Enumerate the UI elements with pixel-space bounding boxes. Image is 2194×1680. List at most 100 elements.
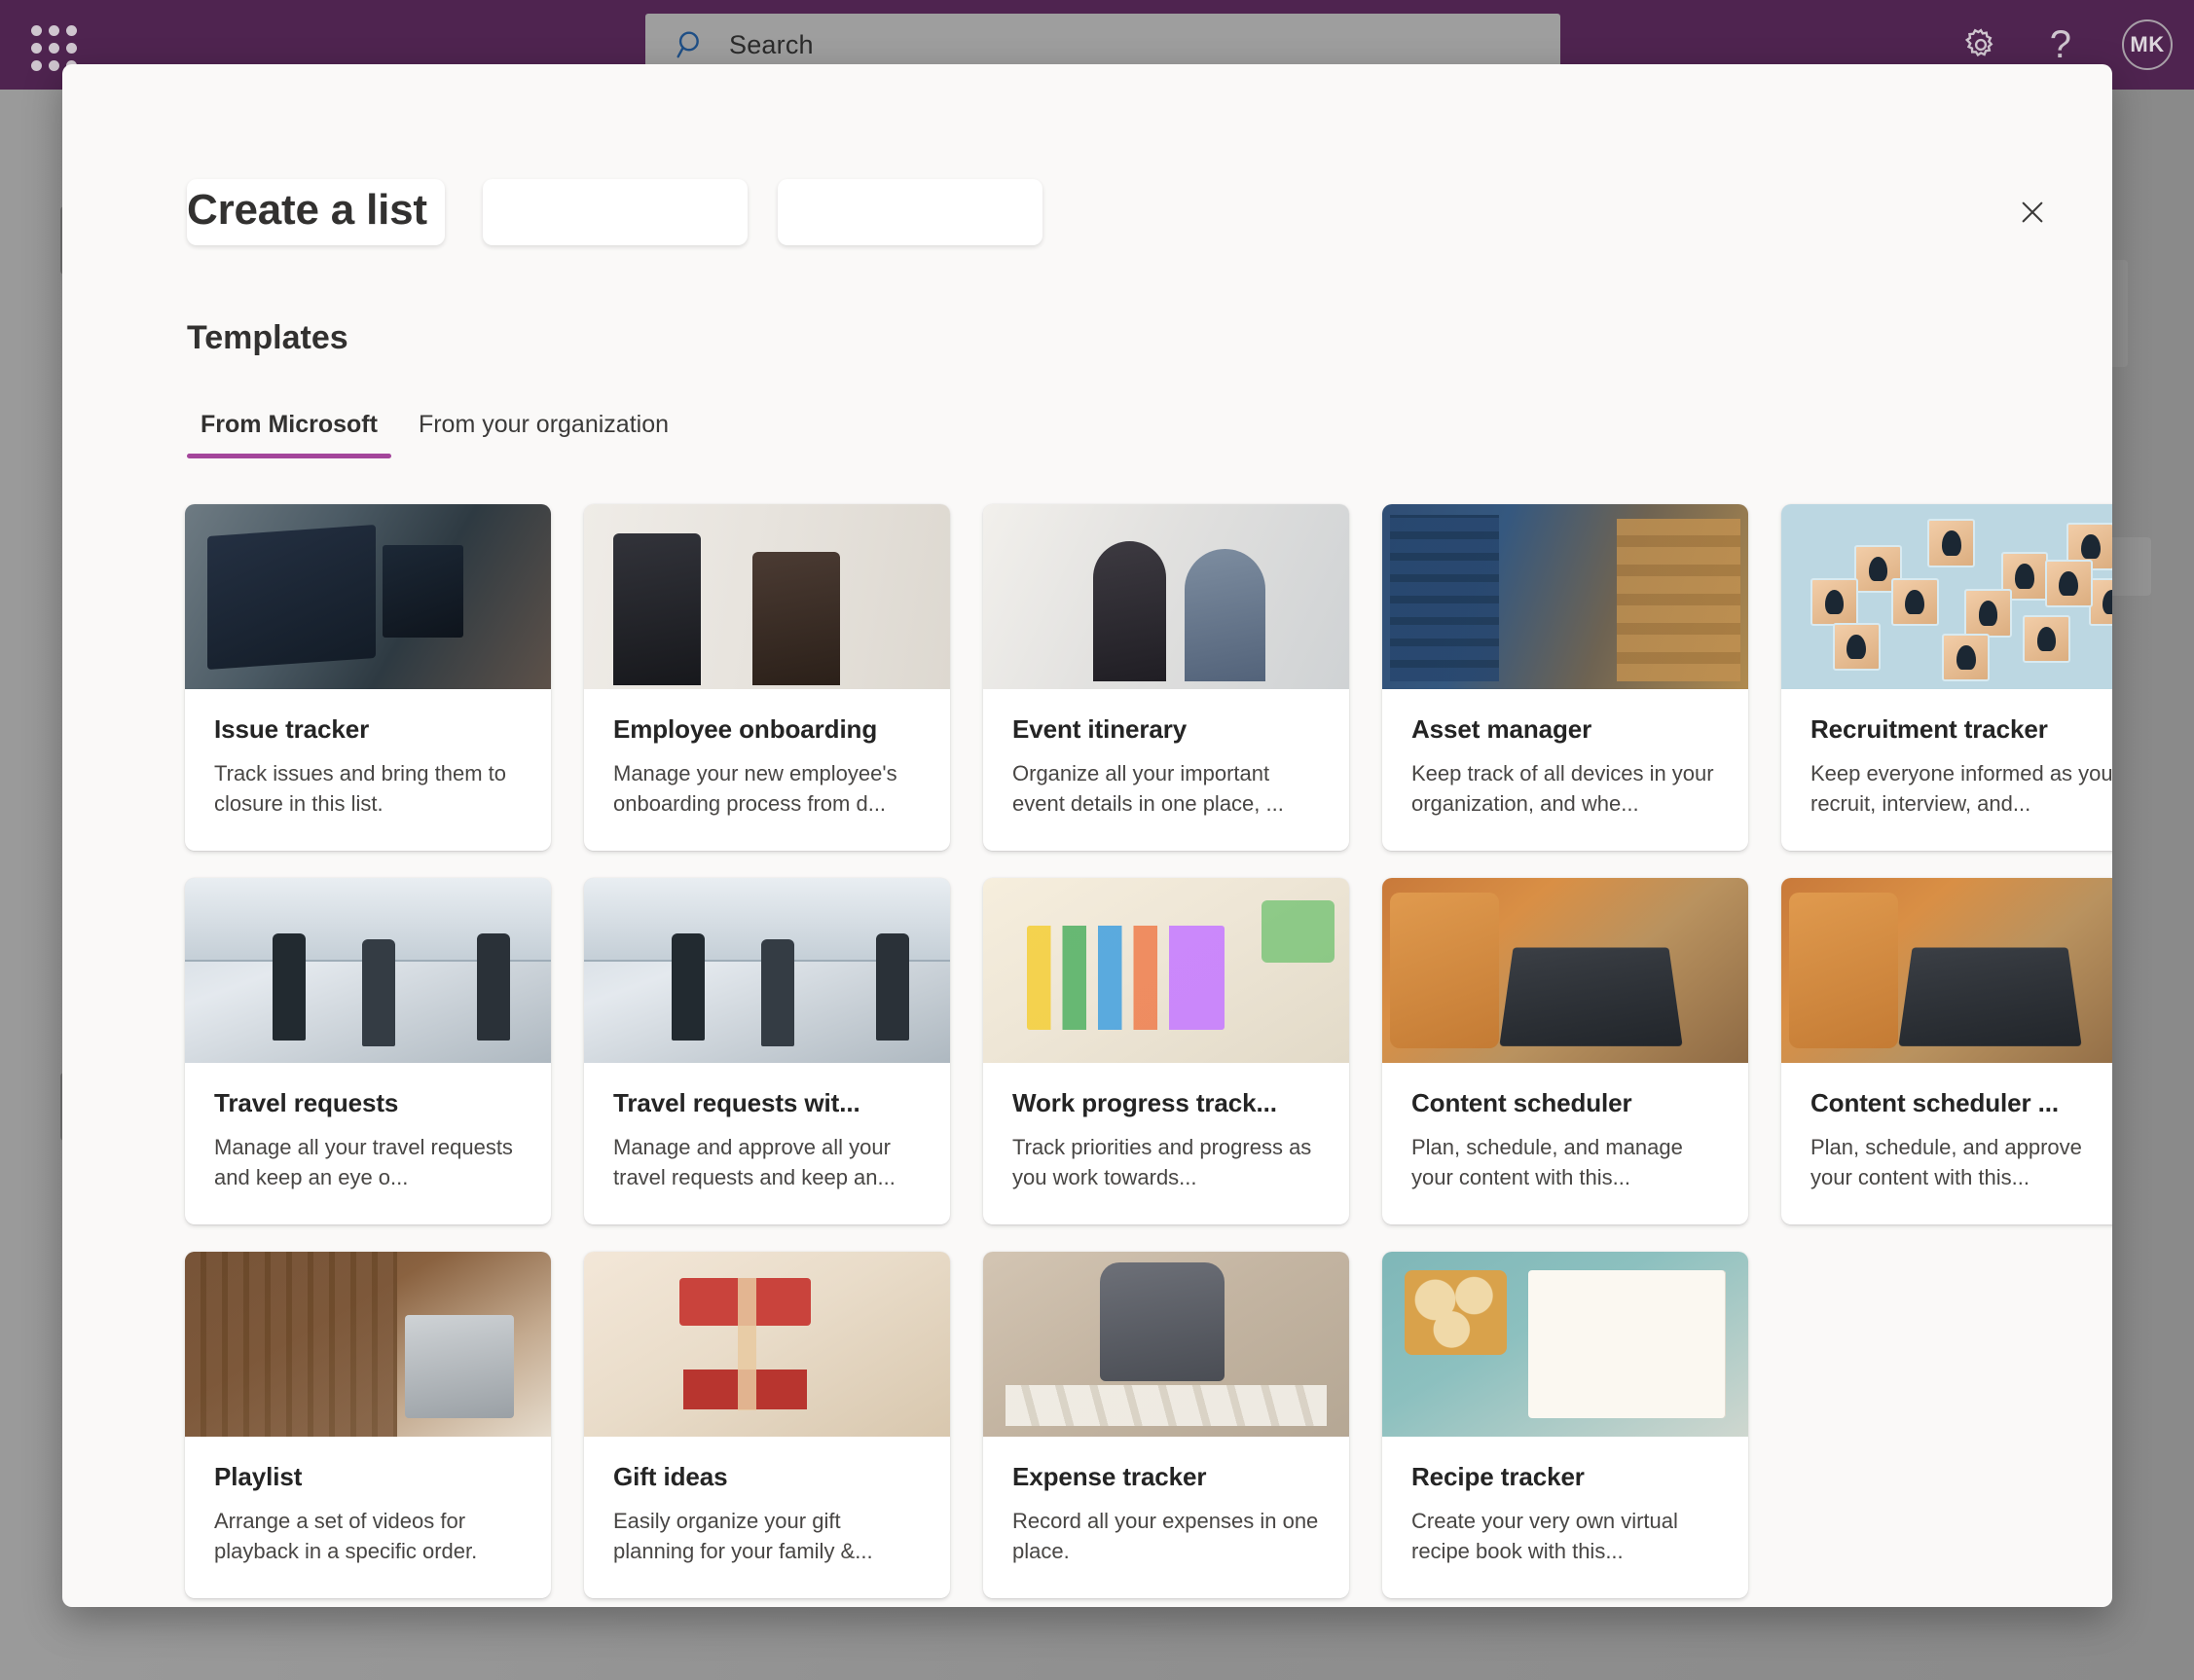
template-thumbnail	[1382, 504, 1748, 689]
template-card-body: Asset manager Keep track of all devices i…	[1382, 689, 1748, 819]
template-card-body: Work progress track... Track priorities a…	[983, 1063, 1349, 1192]
template-card-title: Employee onboarding	[613, 714, 921, 745]
person-block-icon	[1810, 578, 1858, 626]
person-block-icon	[1942, 634, 1990, 681]
thumbnail-artwork	[1781, 878, 2112, 1063]
search-input-placeholder[interactable]: Search	[729, 30, 814, 60]
close-icon[interactable]	[2007, 187, 2058, 237]
thumbnail-artwork	[983, 504, 1349, 689]
thumbnail-artwork	[185, 504, 551, 689]
template-thumbnail	[185, 878, 551, 1063]
template-card-title: Asset manager	[1411, 714, 1719, 745]
template-card[interactable]: Travel requests wit... Manage and approve…	[584, 878, 950, 1224]
help-icon[interactable]: ?	[2050, 25, 2071, 64]
template-thumbnail	[185, 504, 551, 689]
template-thumbnail	[1781, 878, 2112, 1063]
partially-hidden-card[interactable]	[483, 179, 748, 245]
gear-icon[interactable]	[1962, 26, 1999, 63]
person-block-icon	[1964, 589, 2012, 637]
thumbnail-artwork	[1382, 878, 1748, 1063]
template-thumbnail	[983, 878, 1349, 1063]
template-card-title: Travel requests wit...	[613, 1088, 921, 1118]
template-card-body: Issue tracker Track issues and bring them…	[185, 689, 551, 819]
template-grid: Issue tracker Track issues and bring them…	[185, 504, 2064, 1598]
template-card-body: Playlist Arrange a set of videos for play…	[185, 1437, 551, 1566]
template-card-body: Gift ideas Easily organize your gift plan…	[584, 1437, 950, 1566]
page-title: Create a list	[187, 186, 427, 235]
template-thumbnail	[1382, 878, 1748, 1063]
template-card[interactable]: Issue tracker Track issues and bring them…	[185, 504, 551, 851]
template-card[interactable]: Gift ideas Easily organize your gift plan…	[584, 1252, 950, 1598]
person-block-icon	[1833, 623, 1881, 671]
thumbnail-artwork	[584, 504, 950, 689]
template-thumbnail	[1781, 504, 2112, 689]
template-card[interactable]: Work progress track... Track priorities a…	[983, 878, 1349, 1224]
template-thumbnail	[1382, 1252, 1748, 1437]
template-card[interactable]: Asset manager Keep track of all devices i…	[1382, 504, 1748, 851]
template-card-title: Recruitment tracker	[1810, 714, 2112, 745]
person-block-icon	[2045, 560, 2093, 607]
thumbnail-artwork	[983, 1252, 1349, 1437]
create-list-dialog: Create a list Templates From Microsoft F…	[62, 64, 2112, 1607]
template-card-body: Travel requests wit... Manage and approve…	[584, 1063, 950, 1192]
template-card-title: Content scheduler	[1411, 1088, 1719, 1118]
template-card-body: Content scheduler Plan, schedule, and man…	[1382, 1063, 1748, 1192]
partially-hidden-card[interactable]	[778, 179, 1042, 245]
person-block-icon	[1927, 519, 1975, 566]
template-card[interactable]: Expense tracker Record all your expenses …	[983, 1252, 1349, 1598]
template-card-description: Keep everyone informed as you recruit, i…	[1810, 758, 2112, 819]
thumbnail-artwork	[185, 1252, 551, 1437]
template-thumbnail	[584, 1252, 950, 1437]
template-source-tabs: From Microsoft From your organization	[187, 407, 682, 458]
template-card[interactable]: Recruitment tracker Keep everyone informe…	[1781, 504, 2112, 851]
template-thumbnail	[584, 504, 950, 689]
thumbnail-artwork	[1382, 1252, 1748, 1437]
template-card-description: Keep track of all devices in your organi…	[1411, 758, 1719, 819]
template-card-description: Manage and approve all your travel reque…	[613, 1132, 921, 1192]
thumbnail-artwork	[584, 1252, 950, 1437]
template-thumbnail	[983, 1252, 1349, 1437]
person-block-icon	[2023, 615, 2070, 663]
template-card-body: Event itinerary Organize all your importa…	[983, 689, 1349, 819]
tab-from-microsoft[interactable]: From Microsoft	[187, 407, 391, 458]
template-card-description: Manage your new employee's onboarding pr…	[613, 758, 921, 819]
template-card-title: Work progress track...	[1012, 1088, 1320, 1118]
templates-heading: Templates	[187, 319, 348, 357]
template-card[interactable]: Travel requests Manage all your travel re…	[185, 878, 551, 1224]
template-card-title: Issue tracker	[214, 714, 522, 745]
template-card-title: Expense tracker	[1012, 1462, 1320, 1492]
template-card-body: Content scheduler ... Plan, schedule, and…	[1781, 1063, 2112, 1192]
template-card-body: Expense tracker Record all your expenses …	[983, 1437, 1349, 1566]
template-thumbnail	[584, 878, 950, 1063]
template-card[interactable]: Recipe tracker Create your very own virtu…	[1382, 1252, 1748, 1598]
template-card[interactable]: Event itinerary Organize all your importa…	[983, 504, 1349, 851]
template-card-description: Track priorities and progress as you wor…	[1012, 1132, 1320, 1192]
template-card[interactable]: Playlist Arrange a set of videos for play…	[185, 1252, 551, 1598]
template-card-body: Recipe tracker Create your very own virtu…	[1382, 1437, 1748, 1566]
template-card-description: Manage all your travel requests and keep…	[214, 1132, 522, 1192]
avatar[interactable]: MK	[2122, 19, 2173, 70]
tab-from-your-organization[interactable]: From your organization	[405, 407, 682, 458]
template-card-title: Gift ideas	[613, 1462, 921, 1492]
template-card[interactable]: Employee onboarding Manage your new emplo…	[584, 504, 950, 851]
thumbnail-artwork	[584, 878, 950, 1063]
search-icon	[675, 28, 708, 61]
template-card-title: Content scheduler ...	[1810, 1088, 2112, 1118]
thumbnail-artwork	[1781, 504, 2112, 689]
template-card-body: Recruitment tracker Keep everyone informe…	[1781, 689, 2112, 819]
template-card-title: Travel requests	[214, 1088, 522, 1118]
app-root: Search ? MK Create a list Templates From…	[0, 0, 2194, 1680]
template-card-description: Plan, schedule, and approve your content…	[1810, 1132, 2112, 1192]
template-card-description: Plan, schedule, and manage your content …	[1411, 1132, 1719, 1192]
template-card-body: Employee onboarding Manage your new emplo…	[584, 689, 950, 819]
template-card-description: Arrange a set of videos for playback in …	[214, 1506, 522, 1566]
thumbnail-artwork	[185, 878, 551, 1063]
app-launcher-icon[interactable]	[18, 23, 84, 66]
template-thumbnail	[185, 1252, 551, 1437]
template-card[interactable]: Content scheduler ... Plan, schedule, and…	[1781, 878, 2112, 1224]
thumbnail-artwork	[983, 878, 1349, 1063]
template-card-title: Event itinerary	[1012, 714, 1320, 745]
template-card[interactable]: Content scheduler Plan, schedule, and man…	[1382, 878, 1748, 1224]
template-thumbnail	[983, 504, 1349, 689]
template-card-description: Track issues and bring them to closure i…	[214, 758, 522, 819]
